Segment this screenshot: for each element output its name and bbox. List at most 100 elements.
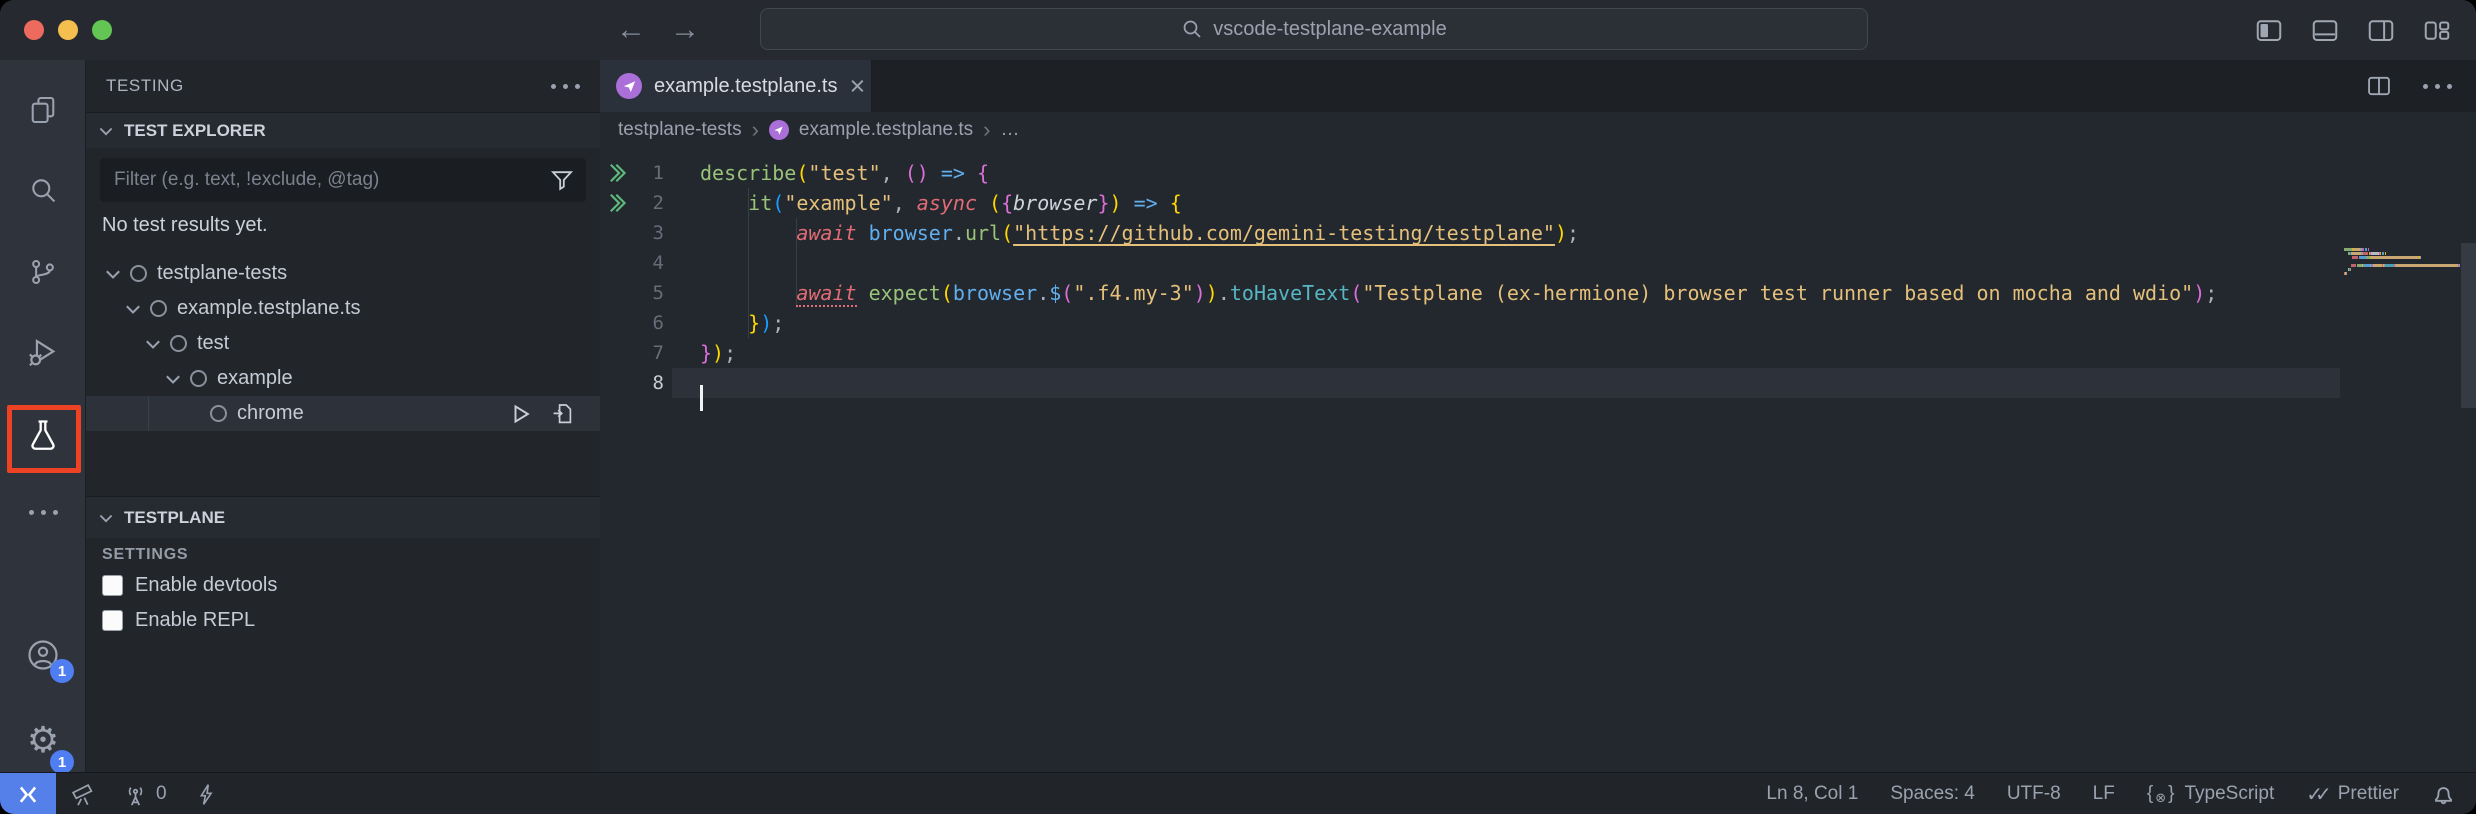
additional-views-icon[interactable] (0, 482, 86, 542)
test-state-circle-icon (130, 265, 147, 282)
chevron-down-icon[interactable] (120, 298, 146, 320)
no-test-results-message: No test results yet. (102, 214, 268, 237)
language-mode-status[interactable]: {⊗} TypeScript (2147, 783, 2274, 805)
tab-example-testplane-ts[interactable]: example.testplane.ts × (600, 60, 872, 112)
settings-badge: 1 (50, 750, 74, 774)
line-number: 2 (634, 192, 664, 214)
code-line-6[interactable]: 6 }); (600, 308, 2476, 338)
filter-funnel-icon[interactable] (550, 168, 574, 192)
code-editor[interactable]: 1describe("test", () => {2 it("example",… (600, 148, 2476, 772)
prettier-status[interactable]: ✓✓ Prettier (2306, 782, 2399, 807)
minimize-window-button[interactable] (58, 20, 78, 40)
tree-item-label: chrome (237, 402, 304, 425)
tree-item-example-testplane-ts[interactable]: example.testplane.ts (86, 291, 600, 326)
tree-item-label: example.testplane.ts (177, 297, 360, 320)
breadcrumb-separator-icon: › (983, 117, 990, 143)
breadcrumb-item-example-testplane-ts[interactable]: example.testplane.ts (799, 119, 973, 141)
test-tree: testplane-tests example.testplane.ts test e… (86, 256, 600, 431)
minimap[interactable] (2344, 248, 2460, 280)
testplane-section-header[interactable]: TESTPLANE (86, 496, 600, 538)
tree-indent-guide (148, 396, 149, 431)
toggle-panel-icon[interactable] (2310, 15, 2340, 45)
vertical-scrollbar[interactable] (2461, 243, 2476, 408)
navigate-back-icon[interactable]: ← (616, 13, 646, 47)
tree-item-test[interactable]: test (86, 326, 600, 361)
run-test-action-icon[interactable] (510, 403, 532, 425)
tab-label: example.testplane.ts (654, 75, 837, 98)
accounts-badge: 1 (50, 659, 74, 683)
split-editor-icon[interactable] (2365, 72, 2393, 100)
tab-bar: example.testplane.ts × (600, 60, 2476, 112)
run-test-gutter-button[interactable] (600, 162, 634, 184)
close-window-button[interactable] (24, 20, 44, 40)
customize-layout-icon[interactable] (2422, 15, 2452, 45)
code-line-2[interactable]: 2 it("example", async ({browser}) => { (600, 188, 2476, 218)
enable-repl-label: Enable REPL (135, 609, 255, 632)
line-number: 6 (634, 312, 664, 334)
code-line-5[interactable]: 5 await expect(browser.$(".f4.my-3")).to… (600, 278, 2476, 308)
run-and-debug-icon[interactable] (0, 322, 86, 382)
search-sidebar-icon[interactable] (0, 160, 86, 220)
line-number: 5 (634, 282, 664, 304)
eol-status[interactable]: LF (2093, 783, 2115, 805)
explorer-icon[interactable] (0, 80, 86, 140)
accounts-icon[interactable]: 1 (0, 625, 86, 685)
chevron-down-icon[interactable] (160, 368, 186, 390)
test-explorer-section-label: TEST EXPLORER (124, 121, 266, 141)
line-number: 7 (634, 342, 664, 364)
window-controls (24, 20, 112, 40)
source-control-icon[interactable] (0, 242, 86, 302)
breadcrumb-item--[interactable]: … (1001, 119, 1020, 141)
code-line-8[interactable]: 8 (600, 368, 2476, 398)
code-line-7[interactable]: 7}); (600, 338, 2476, 368)
test-state-circle-icon (190, 370, 207, 387)
cursor-position-status[interactable]: Ln 8, Col 1 (1766, 783, 1858, 805)
test-explorer-section-header[interactable]: TEST EXPLORER (86, 112, 600, 148)
sidebar-title: TESTING (106, 76, 184, 96)
testplane-logo-icon (769, 120, 789, 140)
code-text: describe("test", () => { (664, 161, 989, 185)
close-tab-icon[interactable]: × (849, 73, 865, 100)
zap-icon[interactable] (195, 783, 218, 806)
code-line-1[interactable]: 1describe("test", () => { (600, 158, 2476, 188)
toggle-primary-sidebar-icon[interactable] (2254, 15, 2284, 45)
toggle-secondary-sidebar-icon[interactable] (2366, 15, 2396, 45)
notifications-bell-icon[interactable] (2431, 782, 2456, 807)
remote-indicator[interactable] (0, 773, 56, 814)
code-text: it("example", async ({browser}) => { (664, 191, 1182, 215)
encoding-status[interactable]: UTF-8 (2007, 783, 2061, 805)
code-line-4[interactable]: 4 (600, 248, 2476, 278)
radio-tower-icon (123, 782, 148, 807)
status-bar: 0 Ln 8, Col 1 Spaces: 4 UTF-8 LF {⊗} Typ… (0, 772, 2476, 814)
editor-more-actions-icon[interactable] (2423, 84, 2452, 89)
testing-icon[interactable] (0, 405, 86, 465)
go-to-test-action-icon[interactable] (550, 402, 574, 426)
command-center[interactable]: vscode-testplane-example (760, 8, 1868, 50)
chevron-down-icon[interactable] (100, 263, 126, 285)
indentation-status[interactable]: Spaces: 4 (1890, 783, 1975, 805)
test-filter-input[interactable] (100, 169, 550, 191)
telescope-icon[interactable] (70, 782, 95, 807)
tree-item-label: test (197, 332, 229, 355)
code-line-3[interactable]: 3 await browser.url("https://github.com/… (600, 218, 2476, 248)
ports-status[interactable]: 0 (123, 782, 167, 807)
breadcrumb-item-testplane-tests[interactable]: testplane-tests (618, 119, 742, 141)
tree-item-testplane-tests[interactable]: testplane-tests (86, 256, 600, 291)
views-more-actions-icon[interactable] (551, 84, 580, 89)
run-test-gutter-button[interactable] (600, 192, 634, 214)
chevron-down-icon[interactable] (140, 333, 166, 355)
navigate-forward-icon[interactable]: → (670, 13, 700, 47)
line-number: 1 (634, 162, 664, 184)
code-text: await expect(browser.$(".f4.my-3")).toHa… (664, 281, 2217, 305)
code-text: }); (664, 341, 736, 365)
text-cursor (700, 385, 703, 411)
maximize-window-button[interactable] (92, 20, 112, 40)
enable-repl-checkbox[interactable] (102, 610, 123, 631)
code-text: await browser.url("https://github.com/ge… (664, 221, 1579, 245)
settings-gear-icon[interactable]: ⚙ 1 (0, 710, 86, 770)
testplane-section-label: TESTPLANE (124, 508, 225, 528)
tree-item-chrome[interactable]: chrome (86, 396, 600, 431)
enable-devtools-label: Enable devtools (135, 574, 277, 597)
enable-devtools-checkbox[interactable] (102, 575, 123, 596)
tree-item-example[interactable]: example (86, 361, 600, 396)
